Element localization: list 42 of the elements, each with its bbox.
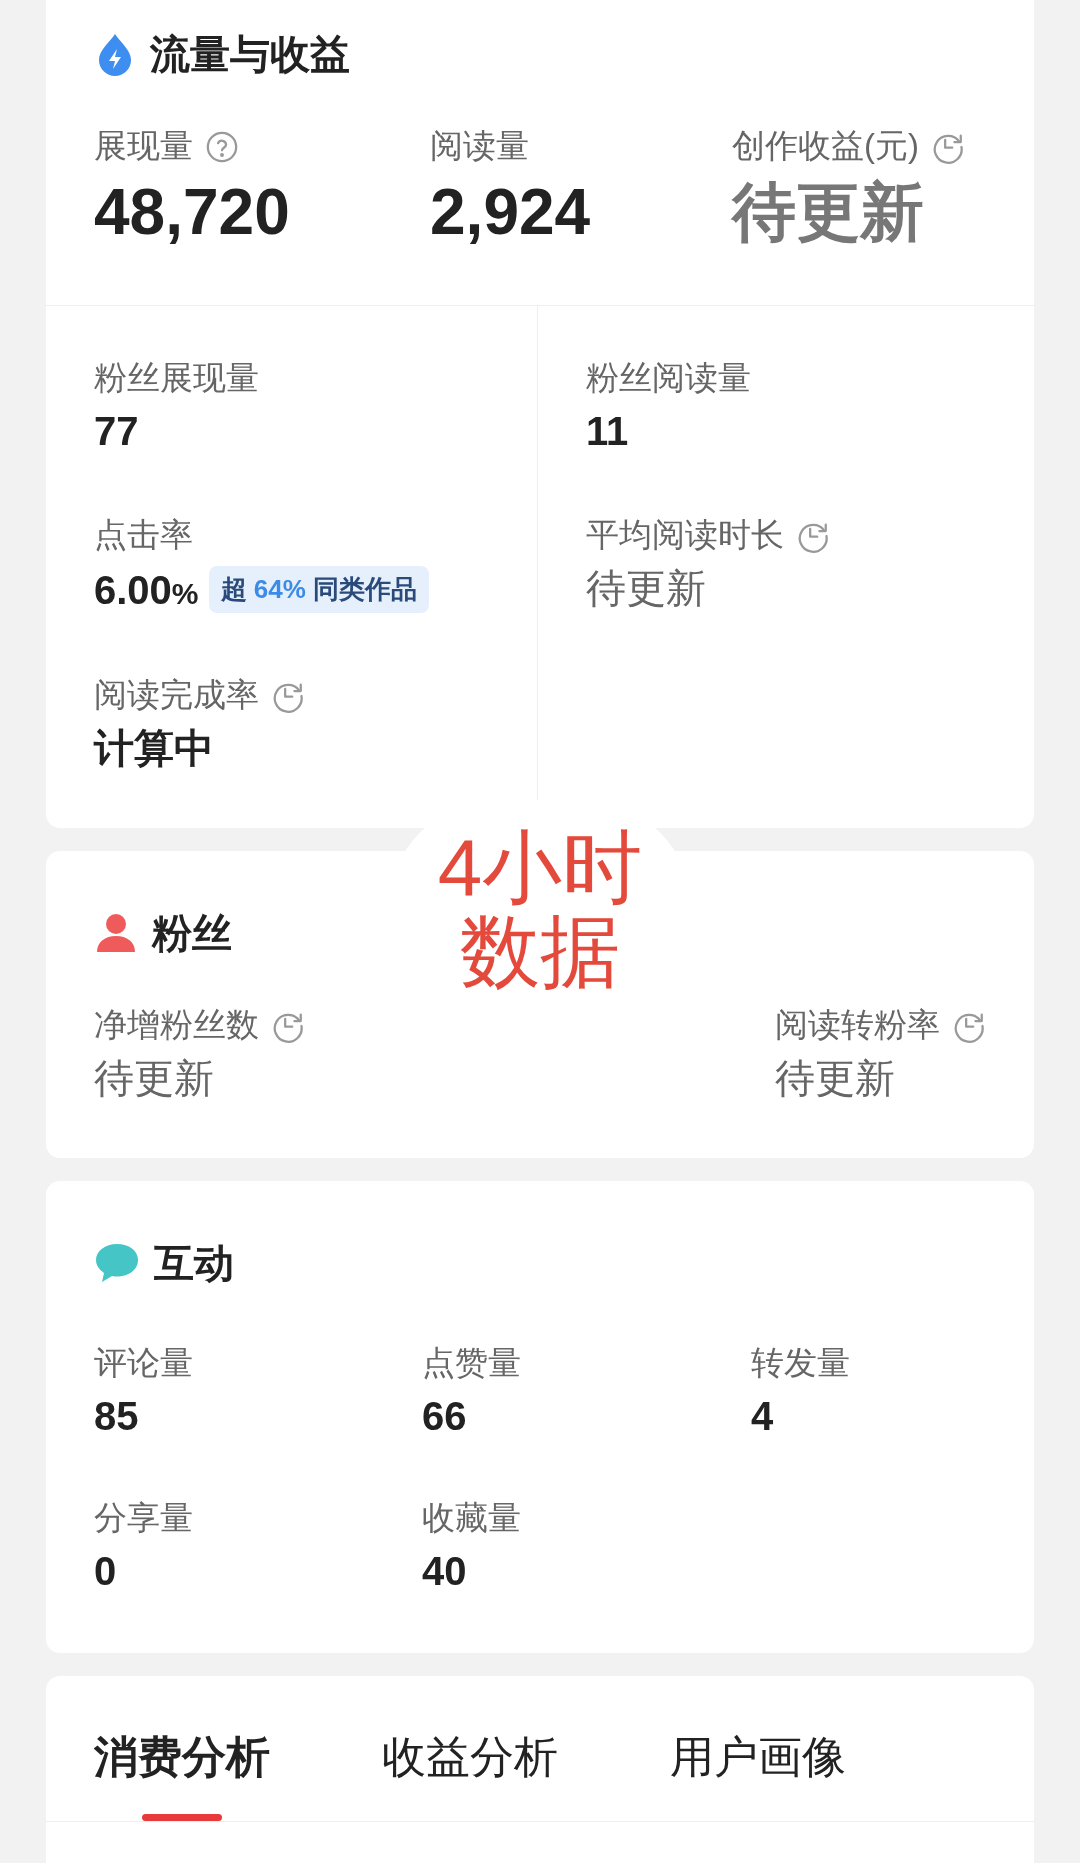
section-title: 流量与收益 xyxy=(150,30,350,78)
stat-label: 展现量 xyxy=(94,126,193,166)
stat-value: 66 xyxy=(422,1394,467,1439)
analysis-tab[interactable]: 消费分析 xyxy=(94,1728,270,1822)
stat-label: 评论量 xyxy=(94,1343,193,1384)
stat-label: 粉丝展现量 xyxy=(94,358,259,399)
stat-value: 待更新 xyxy=(732,177,924,248)
section-title: 粉丝 xyxy=(152,909,232,957)
stat-value: 待更新 xyxy=(586,566,706,611)
stat-value: 4 xyxy=(751,1394,774,1439)
stat-value: 85 xyxy=(94,1394,139,1439)
chat-bubble-icon xyxy=(94,1242,140,1285)
stat-label: 分享量 xyxy=(94,1498,193,1539)
stat-label: 转发量 xyxy=(751,1343,850,1384)
stat-value: 0 xyxy=(94,1549,117,1594)
rank-badge: 超 64% 同类作品 xyxy=(208,566,430,614)
stat-value: 计算中 xyxy=(94,726,214,771)
stat-label: 阅读转粉率 xyxy=(775,1005,940,1046)
stat-value: 待更新 xyxy=(94,1056,214,1101)
stat-value: 11 xyxy=(586,409,629,454)
section-title: 互动 xyxy=(154,1239,234,1287)
stat-label: 净增粉丝数 xyxy=(94,1005,259,1046)
stat-label: 阅读量 xyxy=(430,126,529,166)
stat-label: 阅读完成率 xyxy=(94,675,259,716)
stat-value: 48,720 xyxy=(94,177,290,248)
stat-label: 平均阅读时长 xyxy=(586,515,784,556)
help-icon[interactable] xyxy=(205,129,239,164)
stat-value: 待更新 xyxy=(775,1056,895,1101)
person-icon xyxy=(94,912,138,955)
stat-label: 点赞量 xyxy=(422,1343,521,1384)
annotation-text: 4小时 xyxy=(437,826,643,910)
stat-label: 点击率 xyxy=(94,515,193,556)
stat-value: 6.00% xyxy=(94,567,199,612)
stat-label: 收藏量 xyxy=(422,1498,521,1539)
stat-label: 粉丝阅读量 xyxy=(586,358,751,399)
analysis-tab[interactable]: 收益分析 xyxy=(382,1728,558,1822)
stat-value: 2,924 xyxy=(430,177,591,248)
stat-label: 创作收益(元) xyxy=(732,126,919,166)
annotation-text: 数据 xyxy=(460,910,620,994)
stat-value: 40 xyxy=(422,1549,467,1594)
analysis-tab[interactable]: 用户画像 xyxy=(670,1728,846,1822)
stat-value: 77 xyxy=(94,409,139,454)
